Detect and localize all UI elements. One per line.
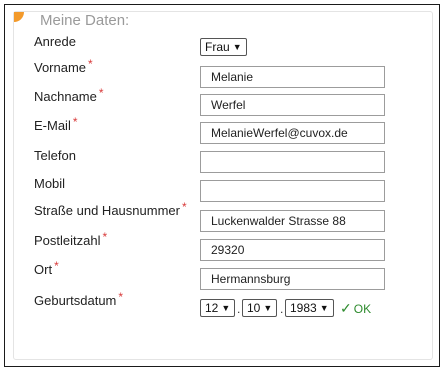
chevron-down-icon: ▼ (263, 303, 273, 313)
geburtsdatum-label-text: Geburtsdatum (34, 293, 117, 308)
strasse-label: Straße und Hausnummer * (34, 200, 187, 218)
required-marker: * (54, 259, 59, 273)
nachname-label: Nachname * (34, 86, 104, 104)
telefon-label: Telefon (34, 148, 76, 163)
nachname-input[interactable]: Werfel (200, 94, 385, 116)
strasse-label-text: Straße und Hausnummer (34, 203, 180, 218)
birth-month-select[interactable]: 10 ▼ (242, 299, 278, 317)
required-marker: * (181, 200, 187, 214)
required-marker: * (88, 57, 93, 71)
anrede-value: Frau (205, 40, 230, 54)
telefon-input[interactable] (200, 151, 385, 173)
birth-month-value: 10 (247, 301, 261, 315)
mobil-input[interactable] (200, 180, 385, 202)
meine-daten-fieldset: Meine Daten: Anrede Frau ▼ Vorname * Mela… (13, 11, 433, 360)
telefon-label-text: Telefon (34, 148, 76, 163)
birth-year-value: 1983 (290, 301, 317, 315)
chevron-down-icon: ▼ (232, 42, 242, 52)
required-marker: * (102, 230, 108, 244)
mobil-label-text: Mobil (34, 176, 66, 191)
vorname-label-text: Vorname (34, 60, 87, 75)
required-marker: * (72, 115, 78, 129)
date-separator: . (237, 302, 241, 316)
required-marker: * (118, 290, 124, 304)
geburtsdatum-label: Geburtsdatum * (34, 290, 124, 308)
vorname-input[interactable]: Melanie (200, 66, 385, 88)
chevron-down-icon: ▼ (319, 303, 329, 313)
ort-label: Ort * (34, 259, 59, 277)
birth-year-select[interactable]: 1983 ▼ (285, 299, 334, 317)
email-label-text: E-Mail (34, 118, 71, 133)
anrede-label: Anrede (34, 34, 76, 49)
date-separator: . (280, 302, 284, 316)
form-frame: Meine Daten: Anrede Frau ▼ Vorname * Mela… (4, 4, 440, 367)
email-input[interactable]: MelanieWerfel@cuvox.de (200, 122, 385, 144)
birth-day-value: 12 (205, 301, 219, 315)
birth-day-select[interactable]: 12 ▼ (200, 299, 236, 317)
mobil-label: Mobil (34, 176, 65, 191)
plz-label: Postleitzahl * (34, 230, 108, 248)
ort-input[interactable]: Hermannsburg (200, 268, 385, 290)
ok-text: OK (353, 302, 372, 316)
section-title: Meine Daten: (36, 12, 136, 29)
check-icon: ✓ (340, 300, 352, 316)
strasse-input[interactable]: Luckenwalder Strasse 88 (200, 210, 385, 232)
accent-corner (14, 12, 24, 22)
email-label: E-Mail * (34, 115, 78, 133)
vorname-label: Vorname * (34, 57, 93, 75)
nachname-label-text: Nachname (34, 89, 97, 104)
anrede-select[interactable]: Frau ▼ (200, 38, 247, 56)
anrede-label-text: Anrede (34, 34, 76, 49)
validation-ok: ✓ OK (340, 300, 371, 317)
ort-label-text: Ort (34, 262, 53, 277)
chevron-down-icon: ▼ (221, 303, 231, 313)
required-marker: * (98, 86, 104, 100)
plz-label-text: Postleitzahl (34, 233, 101, 248)
plz-input[interactable]: 29320 (200, 239, 385, 261)
